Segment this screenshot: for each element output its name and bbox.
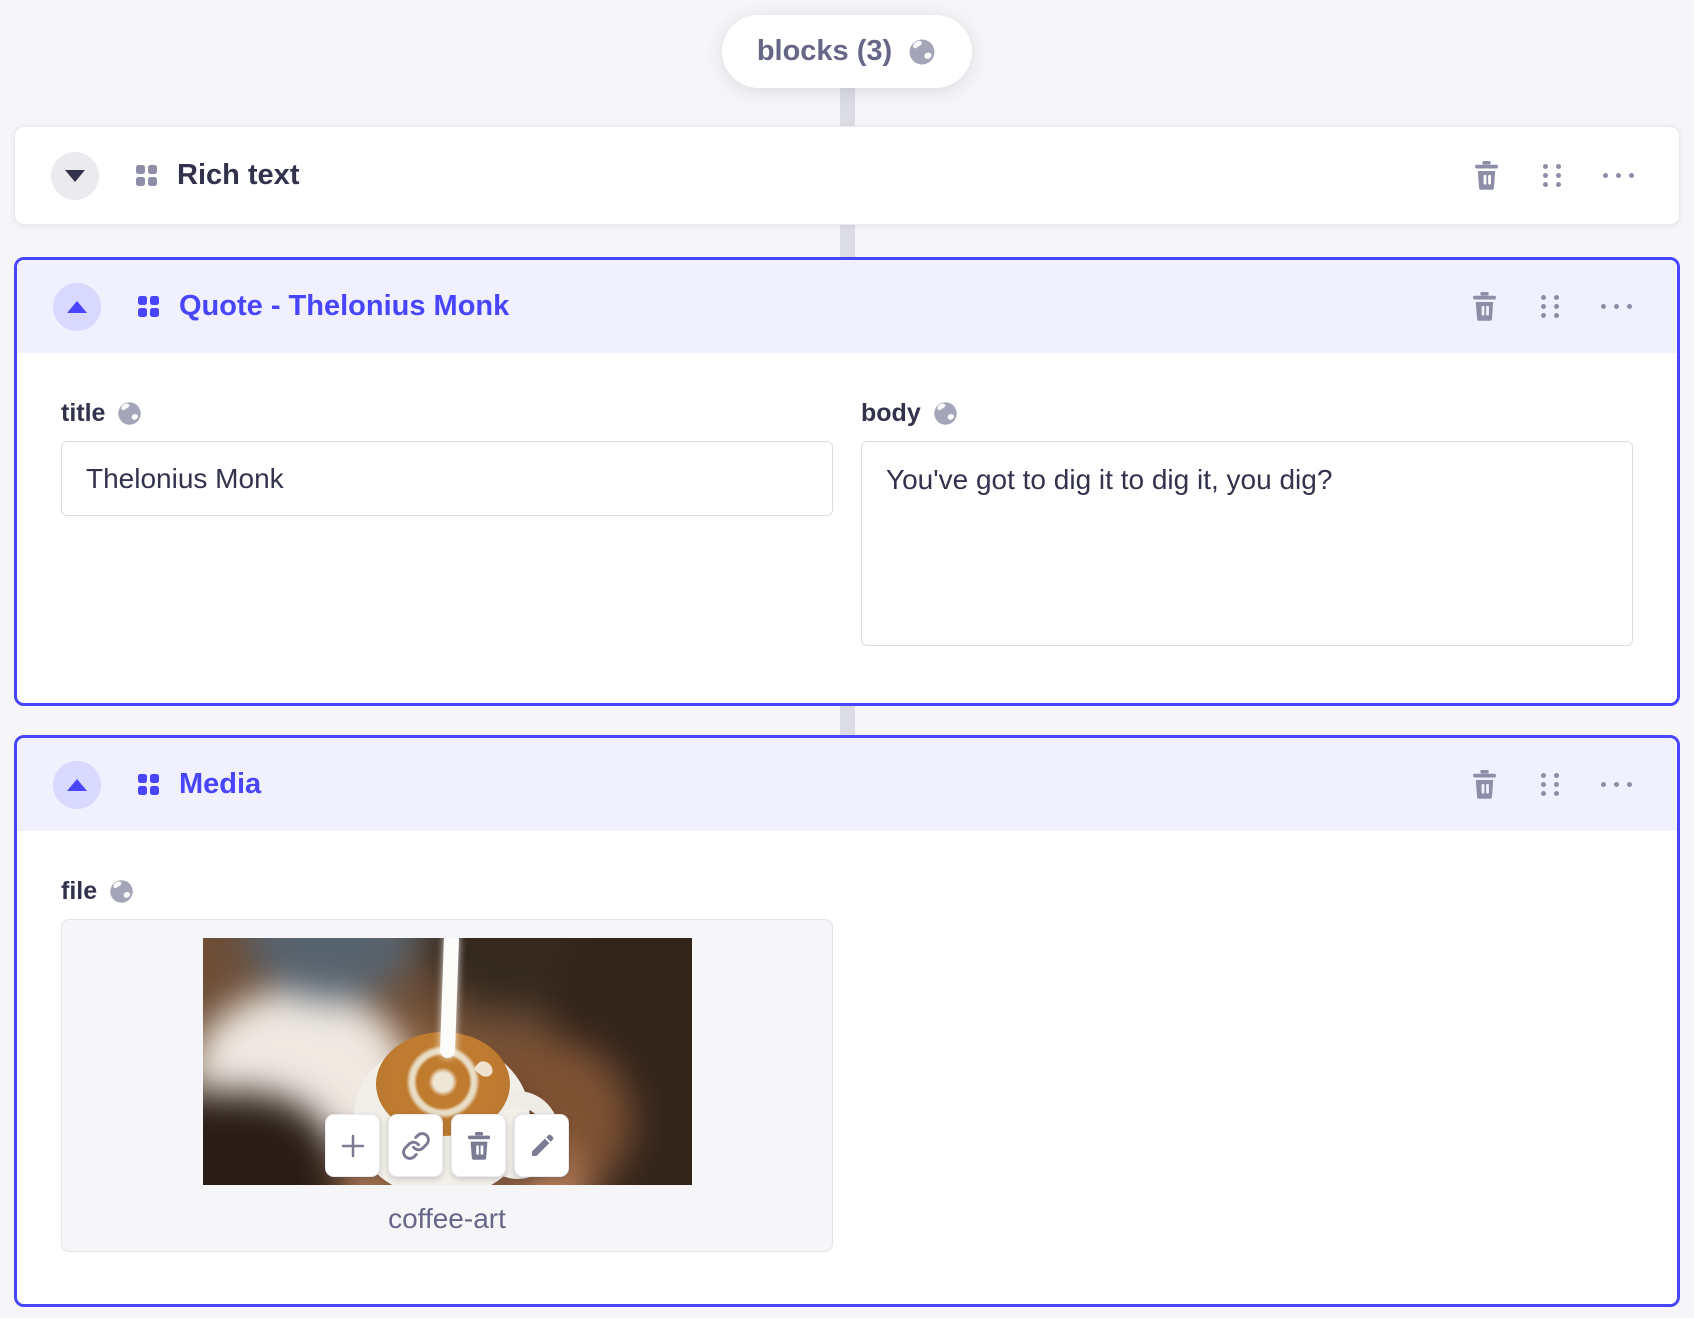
- drag-handle[interactable]: [1537, 160, 1567, 192]
- block-rich-text: Rich text: [14, 126, 1680, 225]
- trash-icon: [467, 1131, 490, 1160]
- block-actions: [1469, 769, 1632, 801]
- trash-icon: [1472, 770, 1496, 799]
- collapse-toggle-button[interactable]: [53, 760, 101, 809]
- block-quote: Quote - Thelonius Monk title Thelonius M…: [14, 257, 1680, 706]
- dynamic-zone-badge: blocks (3): [721, 15, 973, 88]
- globe-icon: [118, 402, 142, 425]
- link-icon: [401, 1131, 430, 1160]
- dynamic-zone-badge-label: blocks (3): [756, 35, 893, 67]
- connector-line: [839, 225, 855, 257]
- title-input[interactable]: [61, 441, 833, 516]
- expand-toggle-button[interactable]: [51, 151, 99, 200]
- more-options-icon: [1600, 782, 1632, 787]
- more-options-button[interactable]: [1600, 769, 1632, 801]
- field-label-row: file: [61, 877, 833, 906]
- block-title: Quote - Thelonius Monk: [179, 290, 510, 322]
- block-title: Media: [179, 768, 262, 800]
- field-label: title: [61, 399, 106, 427]
- more-options-icon: [1602, 173, 1634, 178]
- component-blocks-icon: [136, 165, 157, 186]
- media-action-buttons: [325, 1114, 569, 1177]
- block-quote-body: title body: [17, 353, 1677, 703]
- media-preview-image: [202, 938, 692, 1185]
- block-quote-header[interactable]: Quote - Thelonius Monk: [17, 260, 1677, 353]
- delete-block-button[interactable]: [1471, 160, 1501, 192]
- trash-icon: [1472, 292, 1496, 321]
- delete-block-button[interactable]: [1469, 291, 1499, 323]
- field-label-row: body: [861, 399, 1633, 428]
- body-textarea[interactable]: You've got to dig it to dig it, you dig?: [861, 441, 1633, 646]
- pencil-icon: [531, 1134, 553, 1156]
- drag-handle-icon: [1541, 295, 1559, 318]
- drag-handle[interactable]: [1535, 291, 1565, 323]
- block-rich-text-header[interactable]: Rich text: [15, 127, 1679, 224]
- block-actions: [1469, 291, 1632, 323]
- globe-icon: [933, 402, 957, 425]
- drag-handle[interactable]: [1535, 769, 1565, 801]
- copy-link-button[interactable]: [388, 1114, 443, 1177]
- more-options-button[interactable]: [1602, 160, 1634, 192]
- more-options-icon: [1600, 304, 1632, 309]
- drag-handle-icon: [1543, 164, 1561, 187]
- collapse-toggle-button[interactable]: [53, 282, 101, 331]
- field-file: file coffee-art: [61, 877, 833, 1252]
- add-media-button[interactable]: [325, 1114, 380, 1177]
- block-media: Media file coffee-art: [14, 735, 1680, 1307]
- field-label: body: [861, 399, 921, 427]
- more-options-button[interactable]: [1600, 291, 1632, 323]
- connector-line: [839, 706, 855, 735]
- component-blocks-icon: [138, 774, 159, 795]
- globe-icon: [909, 39, 935, 64]
- field-title: title: [61, 399, 833, 516]
- block-actions: [1471, 160, 1634, 192]
- field-body: body You've got to dig it to dig it, you…: [861, 399, 1633, 651]
- block-title: Rich text: [177, 159, 300, 191]
- delete-block-button[interactable]: [1469, 769, 1499, 801]
- connector-line: [839, 86, 855, 126]
- chevron-up-icon: [67, 300, 87, 313]
- media-filename: coffee-art: [388, 1203, 506, 1234]
- dynamic-zone-header: blocks (3): [0, 0, 1694, 88]
- chevron-up-icon: [67, 778, 87, 791]
- delete-media-button[interactable]: [451, 1114, 506, 1177]
- plus-icon: [341, 1134, 364, 1157]
- field-label: file: [61, 877, 98, 905]
- block-media-header[interactable]: Media: [17, 738, 1677, 831]
- field-label-row: title: [61, 399, 833, 428]
- component-blocks-icon: [138, 296, 159, 317]
- edit-media-button[interactable]: [514, 1114, 569, 1177]
- globe-icon: [110, 880, 133, 903]
- block-media-body: file coffee-art: [17, 831, 1677, 1304]
- chevron-down-icon: [65, 169, 85, 182]
- media-field-card: coffee-art: [61, 919, 833, 1252]
- drag-handle-icon: [1541, 773, 1559, 796]
- trash-icon: [1474, 161, 1498, 190]
